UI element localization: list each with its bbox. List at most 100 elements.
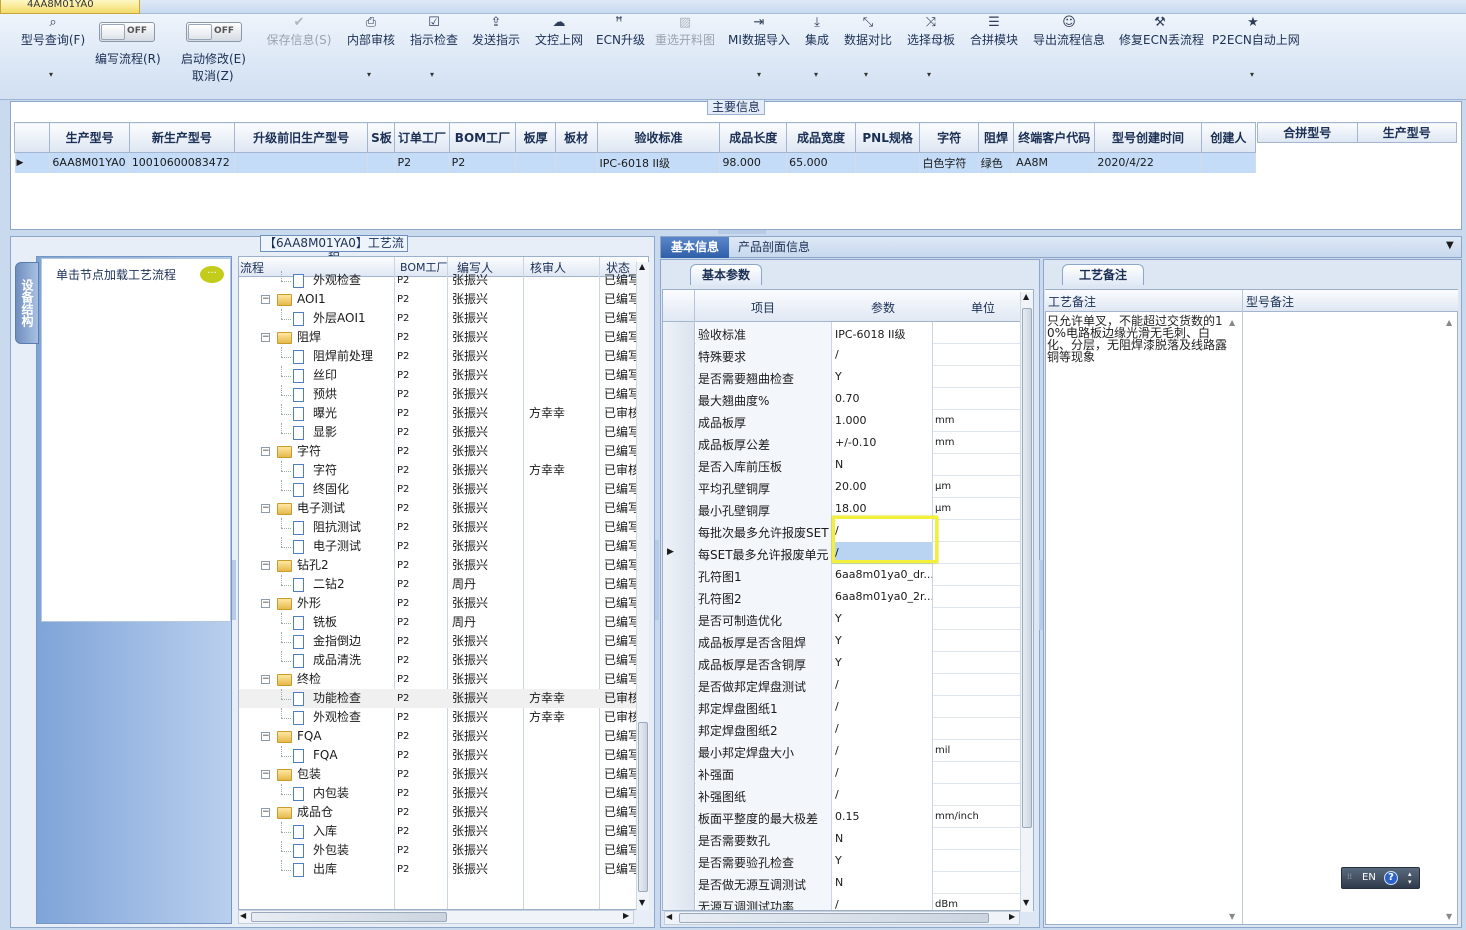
tree-row[interactable]: 外观检查 P2 张振兴 方幸幸 已审核 <box>239 708 637 727</box>
param-row[interactable]: 成品板厚是否含铜厚 Y <box>663 652 1021 674</box>
row-header[interactable] <box>663 608 695 630</box>
row-header[interactable] <box>663 784 695 806</box>
tree-node-label[interactable]: 成品清洗 <box>313 651 361 670</box>
grid-hscroll-thumb[interactable] <box>679 913 989 923</box>
app-tab[interactable]: 4AA8M01YA0 <box>0 0 140 14</box>
p2ecn-dropdown-icon[interactable]: ▾ <box>1250 70 1254 79</box>
ecn-upgrade-button[interactable]: ꟸ ECN升级 <box>596 14 645 48</box>
tree-node-label[interactable]: 曝光 <box>313 404 337 423</box>
main-info-row[interactable]: ▶ 6AA8M01YA0 10010600083472 P2 P2 IPC-6018 I… <box>14 152 1257 173</box>
main-col-header[interactable]: 板厚 <box>515 122 556 153</box>
tree-row[interactable]: 曝光 P2 张振兴 方幸幸 已审核 <box>239 404 637 423</box>
row-header[interactable] <box>663 740 695 762</box>
collapse-toggle-icon[interactable]: − <box>261 732 270 741</box>
cancel-button[interactable]: 取消(Z) <box>192 67 234 84</box>
tree-node-label[interactable]: FQA <box>313 746 338 765</box>
row-header[interactable] <box>663 828 695 850</box>
param-value[interactable]: N <box>831 828 933 850</box>
row-header[interactable] <box>663 498 695 520</box>
main-col-header[interactable]: 订单工厂 <box>394 122 450 153</box>
horizontal-splitter[interactable] <box>718 230 766 234</box>
vertical-splitter-left[interactable] <box>655 540 659 620</box>
tree-row[interactable]: FQA P2 张振兴 已编写 <box>239 746 637 765</box>
param-value[interactable]: 20.00 <box>831 476 933 498</box>
tree-row[interactable]: 外观检查 P2 张振兴 已编写 <box>239 271 637 290</box>
main-col-header[interactable]: 成品长度 <box>719 122 788 153</box>
tab-product-profile[interactable]: 产品剖面信息 <box>738 238 810 255</box>
param-row[interactable]: 邦定焊盘图纸1 / <box>663 696 1021 718</box>
tree-node-label[interactable]: 字符 <box>313 461 337 480</box>
row-header[interactable] <box>663 454 695 476</box>
row-header[interactable] <box>663 850 695 872</box>
main-cell[interactable] <box>367 152 396 173</box>
tree-node-label[interactable]: 钻孔2 <box>297 556 329 575</box>
main-col-header[interactable]: 生产型号 <box>49 122 130 153</box>
model-scroll-down-icon[interactable]: ▼ <box>1446 912 1452 921</box>
remark-scroll-down-icon[interactable]: ▼ <box>1229 912 1235 921</box>
row-header[interactable] <box>663 410 695 432</box>
tree-node-label[interactable]: 电子测试 <box>297 499 345 518</box>
main-col-header[interactable]: 成品宽度 <box>786 122 856 153</box>
tree-row[interactable]: 外包装 P2 张振兴 已编写 <box>239 841 637 860</box>
param-row[interactable]: 是否做邦定焊盘测试 / <box>663 674 1021 696</box>
merge-col-header[interactable]: 合拼型号 <box>1257 122 1358 143</box>
grid-horizontal-scrollbar[interactable]: ◀ ▶ <box>664 911 1020 925</box>
param-row[interactable]: 孔符图2 6aa8m01ya0_2r... <box>663 586 1021 608</box>
param-value[interactable]: / <box>831 344 933 366</box>
param-value[interactable]: / <box>831 762 933 784</box>
collapse-toggle-icon[interactable]: − <box>261 675 270 684</box>
tree-row[interactable]: 出库 P2 张振兴 已编写 <box>239 860 637 879</box>
tree-row[interactable]: 阻抗测试 P2 张振兴 已编写 <box>239 518 637 537</box>
row-header[interactable] <box>663 344 695 366</box>
grid-scroll-up-icon[interactable]: ▲ <box>1023 292 1029 301</box>
param-value[interactable]: Y <box>831 630 933 652</box>
main-col-header[interactable]: BOM工厂 <box>448 122 517 153</box>
col-unit[interactable]: 单位 <box>971 299 995 316</box>
param-value[interactable]: / <box>831 718 933 740</box>
grip-icon[interactable]: ⁞⁞ <box>1347 872 1352 881</box>
data-compare-button[interactable]: ⤡ 数据对比 <box>842 14 894 48</box>
param-value[interactable]: Y <box>831 608 933 630</box>
tree-row[interactable]: 终固化 P2 张振兴 已编写 <box>239 480 637 499</box>
main-cell[interactable]: 65.000 <box>786 152 856 173</box>
param-value[interactable]: Y <box>831 366 933 388</box>
tree-node-label[interactable]: 终固化 <box>313 480 349 499</box>
collapse-toggle-icon[interactable]: − <box>261 333 270 342</box>
main-cell[interactable]: IPC-6018 II级 <box>597 152 721 173</box>
tree-row[interactable]: − 电子测试 P2 张振兴 已编写 <box>239 499 637 518</box>
tree-vscroll-thumb[interactable] <box>638 722 648 892</box>
main-col-header[interactable]: 字符 <box>919 122 979 153</box>
tree-node-label[interactable]: 阻焊 <box>297 328 321 347</box>
param-value[interactable]: 6aa8m01ya0_dr... <box>831 564 933 586</box>
param-row[interactable]: 是否需要数孔 N <box>663 828 1021 850</box>
mi-import-button[interactable]: ⇥ MI数据导入 <box>728 14 790 48</box>
param-value[interactable]: / <box>831 696 933 718</box>
main-cell[interactable] <box>515 152 556 173</box>
tree-node-label[interactable]: 出库 <box>313 860 337 879</box>
row-header[interactable] <box>663 366 695 388</box>
tree-row[interactable]: 功能检查 P2 张振兴 方幸幸 已审核 <box>239 689 637 708</box>
param-value[interactable]: / <box>831 674 933 696</box>
check-dropdown-icon[interactable]: ▾ <box>430 70 434 79</box>
grid-scroll-right-icon[interactable]: ▶ <box>1009 912 1015 921</box>
main-cell[interactable]: 10010600083472 <box>129 152 236 173</box>
p2ecn-button[interactable]: ★ P2ECN自动上网 <box>1212 14 1300 48</box>
param-row[interactable]: 验收标准 IPC-6018 II级 <box>663 322 1021 344</box>
param-row[interactable]: 成品板厚 1.000 mm <box>663 410 1021 432</box>
merge-module-button[interactable]: ☰ 合拼模块 <box>968 14 1020 48</box>
param-row[interactable]: 板面平整度的最大极差 0.15 mm/inch <box>663 806 1021 828</box>
main-col-header[interactable]: 创建人 <box>1200 122 1257 153</box>
param-value[interactable]: 6aa8m01ya0_2r... <box>831 586 933 608</box>
vertical-splitter-tree[interactable] <box>232 560 236 620</box>
row-header[interactable] <box>663 674 695 696</box>
tree-row[interactable]: 阻焊前处理 P2 张振兴 已编写 <box>239 347 637 366</box>
merge-col-header[interactable]: 生产型号 <box>1356 122 1457 143</box>
row-header[interactable]: ▶ <box>663 542 695 564</box>
param-row[interactable]: 成品板厚公差 +/-0.10 mm <box>663 432 1021 454</box>
main-col-header[interactable]: 升级前旧生产型号 <box>234 122 369 153</box>
integrate-dropdown-icon[interactable]: ▾ <box>814 70 818 79</box>
tab-process-remarks[interactable]: 工艺备注 <box>1062 264 1144 285</box>
row-header[interactable] <box>663 696 695 718</box>
tree-horizontal-scrollbar[interactable]: ◀ ▶ <box>238 910 634 924</box>
param-value[interactable]: Y <box>831 850 933 872</box>
